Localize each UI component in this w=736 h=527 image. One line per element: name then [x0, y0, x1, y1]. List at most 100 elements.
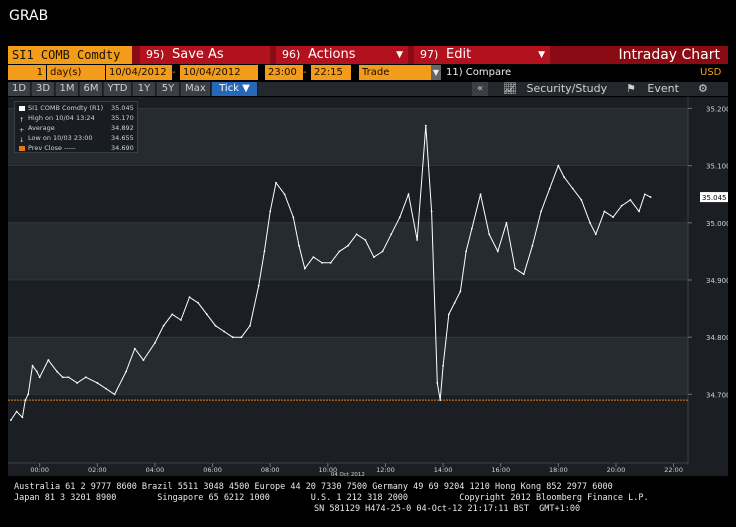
x-tick-label: 12:00 — [376, 466, 395, 474]
range-1d[interactable]: 1D — [8, 82, 31, 96]
price-point — [35, 370, 38, 373]
price-point — [338, 250, 341, 253]
save-as-number: 95) — [146, 48, 165, 61]
save-as-button[interactable]: 95) Save As — [140, 46, 270, 64]
range-max[interactable]: Max — [181, 82, 211, 96]
app-title: GRAB — [9, 8, 49, 24]
price-point — [312, 256, 315, 259]
footer-phones-line1: Australia 61 2 9777 8600 Brazil 5511 304… — [14, 482, 613, 492]
price-point — [571, 187, 574, 190]
date-to-field[interactable]: 10/04/2012 — [180, 65, 258, 80]
price-point — [447, 313, 450, 316]
price-point — [249, 324, 251, 327]
legend-item-high: ↑ High on 10/04 13:24 35.170 — [19, 114, 134, 124]
security-study-button[interactable]: 📈︎ Security/Study — [503, 82, 607, 96]
price-point — [205, 313, 208, 316]
range-5y[interactable]: 5Y — [157, 82, 180, 96]
chart-band — [8, 222, 688, 280]
compare-button[interactable]: 11) Compare — [446, 65, 511, 80]
price-point — [416, 239, 419, 241]
price-point — [470, 227, 473, 230]
event-type-select[interactable]: Trade — [359, 65, 431, 80]
price-point — [479, 193, 482, 196]
edit-button[interactable]: 97) Edit ▼ — [414, 46, 550, 64]
legend-value: 34.690 — [111, 144, 134, 152]
period-unit-field[interactable]: day(s) — [47, 65, 105, 80]
price-point — [629, 199, 632, 201]
range-6m[interactable]: 6M — [80, 82, 103, 96]
legend-item-low: ↓ Low on 10/03 23:00 34.655 — [19, 134, 134, 144]
price-point — [321, 261, 323, 264]
y-tick-label: 35.000 — [706, 220, 728, 228]
legend-item-prev-close: Prev Close ----- 34.690 — [19, 144, 134, 152]
date-from-field[interactable]: 10/04/2012 — [106, 65, 172, 80]
price-point — [96, 382, 99, 384]
price-point — [298, 244, 300, 247]
price-point — [589, 221, 591, 224]
price-point — [15, 410, 18, 413]
date-separator: - — [172, 67, 176, 78]
price-point — [548, 187, 551, 190]
y-tick-label: 35.200 — [706, 105, 728, 113]
range-ytd[interactable]: YTD — [104, 82, 132, 96]
currency-label[interactable]: USD — [700, 65, 721, 80]
price-point — [9, 419, 12, 422]
x-tick-label: 06:00 — [203, 466, 222, 474]
price-point — [436, 382, 439, 384]
price-point — [154, 342, 156, 344]
price-point — [557, 164, 560, 167]
price-point — [398, 216, 401, 218]
settings-gear-icon[interactable]: ⚙ — [698, 82, 708, 96]
range-1m[interactable]: 1M — [56, 82, 79, 96]
price-point — [133, 347, 136, 350]
date-label: 04 Oct 2012 — [331, 472, 365, 476]
price-point — [179, 319, 182, 321]
price-point — [459, 290, 462, 293]
save-as-label: Save As — [172, 47, 224, 62]
tick-select[interactable]: Tick ▼ — [212, 82, 258, 96]
time-from-field[interactable]: 23:00 — [265, 65, 303, 80]
price-point — [381, 250, 384, 253]
price-point — [514, 267, 517, 270]
security-field[interactable]: SI1 COMB Comdty — [8, 46, 132, 64]
caret-down-icon: ▼ — [396, 50, 403, 60]
price-point — [488, 233, 491, 236]
price-point — [31, 364, 34, 367]
price-point — [84, 376, 87, 379]
price-point — [531, 244, 534, 247]
range-3d[interactable]: 3D — [32, 82, 55, 96]
actions-number: 96) — [282, 48, 301, 61]
actions-button[interactable]: 96) Actions ▼ — [276, 46, 408, 64]
chart-band — [8, 337, 688, 395]
legend-label: Prev Close ----- — [28, 144, 76, 152]
price-point — [612, 216, 614, 218]
legend-value: 34.655 — [111, 134, 134, 142]
time-to-field[interactable]: 22:15 — [311, 65, 351, 80]
intraday-price-chart[interactable]: 35.200 35.100 35.000 34.900 34.800 34.700 00:… — [8, 97, 728, 476]
dropdown-arrow-icon[interactable]: ▼ — [431, 65, 441, 80]
range-1y[interactable]: 1Y — [133, 82, 156, 96]
price-point — [113, 393, 116, 396]
legend-marker-icon: + — [19, 125, 25, 134]
x-tick-label: 08:00 — [261, 466, 280, 474]
legend-marker-icon: ↑ — [19, 115, 25, 124]
x-tick-label: 20:00 — [607, 466, 626, 474]
price-point — [214, 324, 217, 327]
price-point — [67, 376, 70, 379]
event-button[interactable]: ⚑ Event — [626, 82, 679, 96]
price-point — [620, 204, 623, 207]
price-point — [231, 336, 234, 339]
price-point — [283, 193, 286, 196]
footer-phones-line2: Japan 81 3 3201 8900 Singapore 65 6212 1… — [14, 493, 649, 503]
period-count-field[interactable]: 1 — [8, 65, 46, 80]
chart-icon: 📈︎ — [503, 82, 517, 95]
price-point — [47, 359, 50, 361]
chart-legend[interactable]: SI1 COMB Comdty (R1) 35.045 ↑ High on 10/… — [14, 101, 138, 153]
legend-item-price: SI1 COMB Comdty (R1) 35.045 — [19, 104, 134, 112]
legend-marker-icon: ↓ — [19, 135, 25, 144]
security-study-label: Security/Study — [526, 82, 608, 95]
price-point — [496, 250, 499, 253]
price-point — [563, 176, 566, 178]
collapse-toolbar-button[interactable]: « — [472, 82, 488, 96]
price-point — [292, 216, 295, 218]
